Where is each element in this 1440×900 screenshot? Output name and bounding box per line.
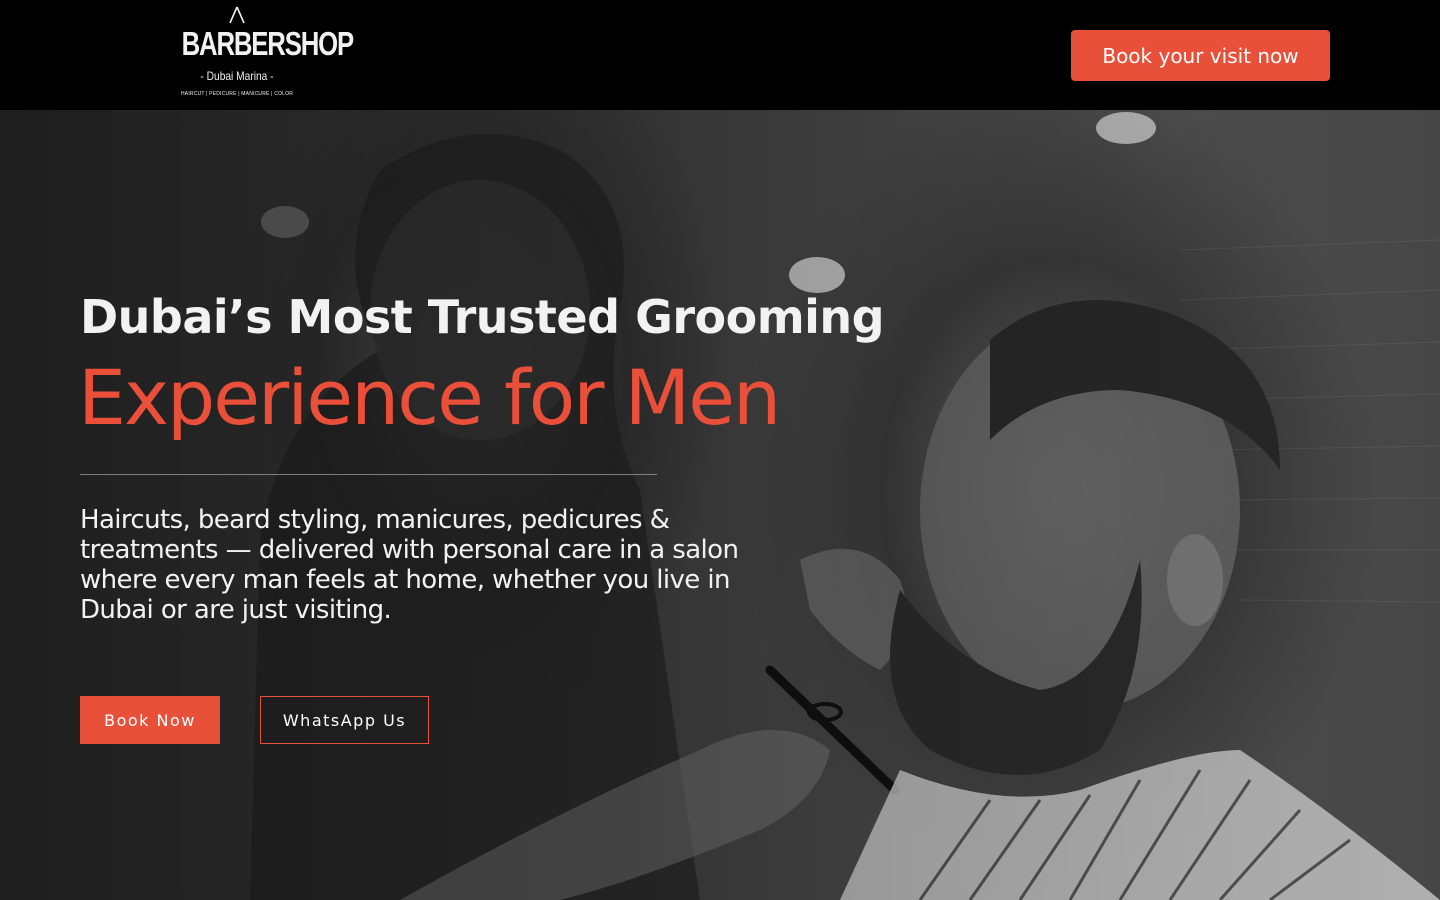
book-visit-button[interactable]: Book your visit now	[1071, 30, 1330, 81]
site-header: BARBERSHOP - Dubai Marina - HAIRCUT | PE…	[0, 0, 1440, 110]
logo-services: HAIRCUT | PEDICURE | MANICURE | COLOR	[180, 91, 294, 97]
book-now-button[interactable]: Book Now	[80, 696, 220, 744]
logo-location: - Dubai Marina -	[200, 69, 274, 83]
whatsapp-button[interactable]: WhatsApp Us	[260, 696, 429, 744]
barbershop-logo[interactable]: BARBERSHOP - Dubai Marina - HAIRCUT | PE…	[166, 6, 355, 104]
hero-headline-line1: Dubai’s Most Trusted Grooming	[80, 290, 885, 344]
hero-description: Haircuts, beard styling, manicures, pedi…	[80, 505, 739, 625]
razor-icon	[229, 6, 245, 24]
hero-divider	[80, 474, 657, 475]
logo-wordmark: BARBERSHOP	[181, 25, 355, 62]
hero-headline-line2: Experience for Men	[78, 353, 781, 442]
